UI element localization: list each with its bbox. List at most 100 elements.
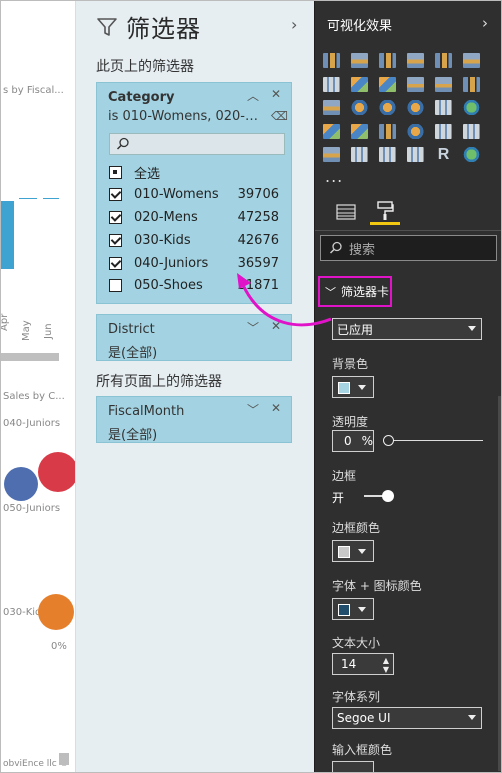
font-family-dropdown[interactable]: Segoe UI xyxy=(332,707,482,729)
stepper-down-icon[interactable]: ▼ xyxy=(383,665,389,674)
item-count: 21871 xyxy=(237,277,279,293)
list-item-040-juniors[interactable]: 040-Juniors 36597 xyxy=(109,252,279,274)
resize-handle[interactable] xyxy=(59,753,69,765)
font-family-label: 字体系列 xyxy=(332,690,381,704)
treemap-icon[interactable] xyxy=(435,100,452,115)
filter-card-fiscalmonth[interactable]: FiscalMonth ﹀ ✕ 是(全部) xyxy=(96,396,292,443)
more-visuals-icon[interactable]: ... xyxy=(325,167,343,186)
shape-map-icon[interactable] xyxy=(351,123,368,139)
list-item-030-kids[interactable]: 030-Kids 42676 xyxy=(109,229,279,251)
line-column-chart-icon[interactable] xyxy=(407,76,424,92)
multi-row-card-icon[interactable] xyxy=(463,123,480,139)
chevron-right-icon[interactable]: › xyxy=(482,14,488,32)
transparency-input[interactable]: 0 % xyxy=(332,430,374,452)
kpi-icon[interactable] xyxy=(323,147,340,162)
filter-card-category[interactable]: Category ︿ ✕ is 010-Womens, 020-M... ⌫ 全… xyxy=(96,82,292,304)
chevron-down-icon[interactable]: ﹀ xyxy=(247,319,259,336)
waterfall-chart-icon[interactable] xyxy=(323,100,340,115)
checkbox-030-kids[interactable] xyxy=(109,233,122,247)
100-stacked-column-icon[interactable] xyxy=(463,53,480,68)
item-label: 020-Mens xyxy=(134,209,198,225)
ribbon-chart-icon[interactable] xyxy=(463,76,480,92)
axis-label-may: May xyxy=(21,320,32,341)
chevron-down-icon[interactable]: ﹀ xyxy=(247,401,259,418)
tab-format[interactable] xyxy=(370,199,400,225)
checkbox-040-juniors[interactable] xyxy=(109,256,122,270)
area-chart-icon[interactable] xyxy=(351,76,368,92)
category-search-input[interactable] xyxy=(109,133,285,155)
matrix-icon[interactable] xyxy=(407,147,424,162)
filter-card-district[interactable]: District ﹀ ✕ 是(全部) xyxy=(96,314,292,361)
card-icon[interactable] xyxy=(435,123,452,139)
close-icon[interactable]: ✕ xyxy=(271,319,281,333)
stacked-area-chart-icon[interactable] xyxy=(379,76,396,92)
state-dropdown[interactable]: 已应用 xyxy=(332,318,482,340)
chevron-down-icon: ﹀ xyxy=(325,285,336,299)
border-color-picker[interactable] xyxy=(332,540,374,562)
clustered-column-chart-icon[interactable] xyxy=(407,53,424,68)
checkbox-050-shoes[interactable] xyxy=(109,278,122,292)
100-stacked-bar-icon[interactable] xyxy=(435,53,452,68)
dropdown-arrow-icon xyxy=(358,549,366,554)
transparency-value: 0 xyxy=(344,434,352,448)
table-icon[interactable] xyxy=(379,147,396,162)
clustered-bar-chart-icon[interactable] xyxy=(379,53,396,68)
font-icon-color-picker[interactable] xyxy=(332,598,374,620)
filter-pane-header: 筛选器 xyxy=(96,9,201,44)
eraser-icon[interactable]: ⌫ xyxy=(271,109,288,123)
donut-chart-icon[interactable] xyxy=(407,100,424,115)
transparency-slider-thumb[interactable] xyxy=(383,435,394,446)
transparency-slider-track[interactable] xyxy=(391,440,483,441)
viz-tabs xyxy=(315,193,501,231)
item-count: 39706 xyxy=(237,186,279,202)
axis-label-apr: Apr xyxy=(1,313,10,331)
pie-chart-icon[interactable] xyxy=(379,100,396,115)
slicer-icon[interactable] xyxy=(351,147,368,162)
chevron-right-icon[interactable]: › xyxy=(291,15,297,34)
filled-map-icon[interactable] xyxy=(323,123,340,139)
border-toggle-thumb[interactable] xyxy=(382,490,394,502)
chevron-up-icon[interactable]: ︿ xyxy=(247,87,259,104)
section-filter-cards[interactable]: ﹀ 筛选器卡 xyxy=(318,276,392,307)
checkbox-010-womens[interactable] xyxy=(109,187,122,201)
checkbox-select-all[interactable] xyxy=(109,165,122,179)
scatter-chart-icon[interactable] xyxy=(351,100,368,115)
background-color-picker[interactable] xyxy=(332,376,374,398)
text-size-stepper[interactable]: 14 ▲ ▼ xyxy=(332,653,394,675)
format-search-input[interactable]: 搜索 xyxy=(320,235,497,261)
axis-percent-label: 0% xyxy=(51,641,67,652)
funnel-chart-icon[interactable] xyxy=(379,123,396,139)
border-label: 边框 xyxy=(332,469,357,483)
item-label: 050-Shoes xyxy=(134,277,203,293)
stacked-bar-chart-icon[interactable] xyxy=(323,53,340,68)
border-toggle-text: 开 xyxy=(332,491,345,505)
visual-type-gallery: R xyxy=(323,53,482,171)
map-icon[interactable] xyxy=(463,100,480,115)
page-filters-label: 此页上的筛选器 xyxy=(96,59,194,75)
line-chart-icon[interactable] xyxy=(323,76,340,92)
close-icon[interactable]: ✕ xyxy=(271,87,281,101)
stepper-up-icon[interactable]: ▲ xyxy=(383,656,389,665)
r-visual-icon[interactable]: R xyxy=(435,147,452,163)
item-label: 010-Womens xyxy=(134,186,219,202)
color-swatch xyxy=(338,382,350,394)
text-size-value: 14 xyxy=(341,657,357,671)
color-swatch xyxy=(338,604,350,616)
axis-label-jun: Jun xyxy=(43,323,54,339)
list-item-010-womens[interactable]: 010-Womens 39706 xyxy=(109,183,279,205)
input-border-color-picker[interactable] xyxy=(332,761,374,772)
list-item-select-all[interactable]: 全选 xyxy=(109,161,279,183)
viz-pane-scrollbar[interactable] xyxy=(498,396,501,771)
scrollbar-fragment[interactable] xyxy=(1,353,59,361)
section-title: 筛选器卡 xyxy=(341,285,390,299)
stacked-column-chart-icon[interactable] xyxy=(351,53,368,68)
checkbox-020-mens[interactable] xyxy=(109,210,122,224)
list-item-050-shoes[interactable]: 050-Shoes 21871 xyxy=(109,274,279,296)
text-size-label: 文本大小 xyxy=(332,636,381,650)
close-icon[interactable]: ✕ xyxy=(271,401,281,415)
tab-fields[interactable] xyxy=(331,199,361,225)
line-clustered-column-icon[interactable] xyxy=(435,76,452,92)
globe-icon[interactable] xyxy=(463,147,480,162)
list-item-020-mens[interactable]: 020-Mens 47258 xyxy=(109,206,279,228)
gauge-icon[interactable] xyxy=(407,123,424,139)
